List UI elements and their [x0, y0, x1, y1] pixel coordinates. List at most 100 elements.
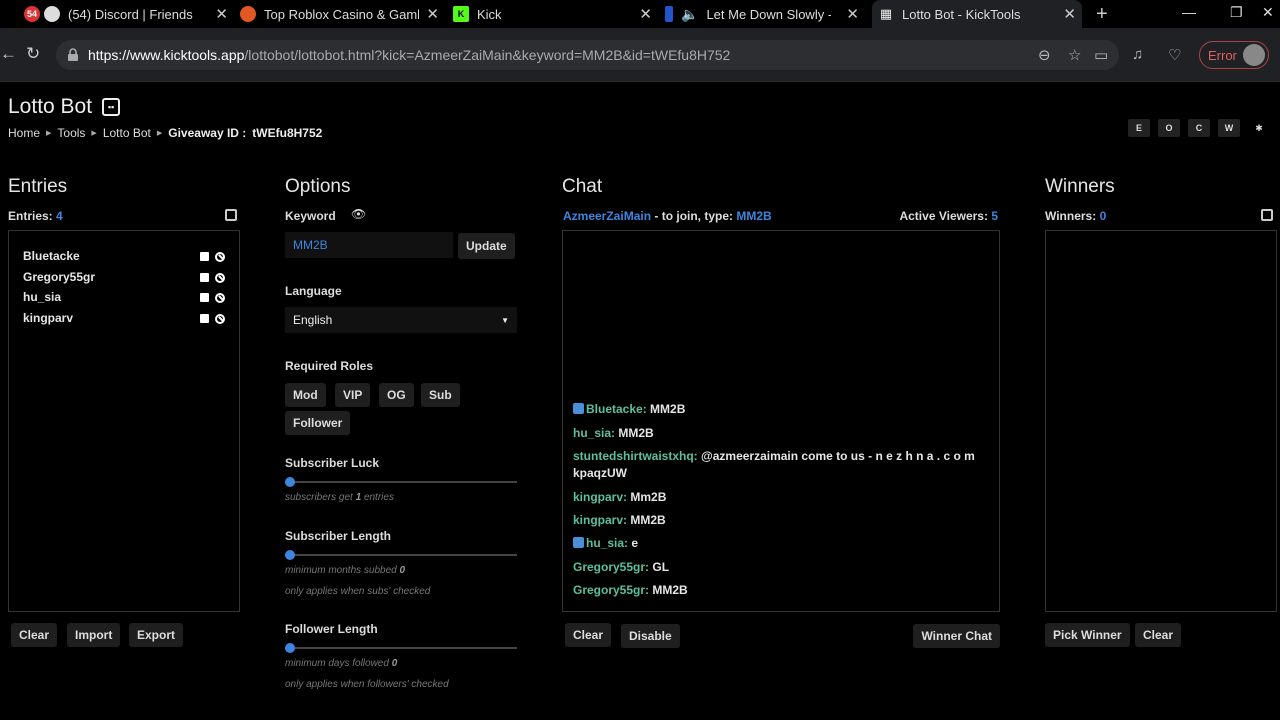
minimize-icon[interactable]: —: [1182, 4, 1196, 20]
screen-share-icon[interactable]: ▭: [1094, 46, 1108, 64]
subscriber-length-note: only applies when subs' checked: [285, 586, 431, 597]
theme-button-o[interactable]: O: [1158, 119, 1180, 137]
speaker-icon[interactable]: 🔈: [681, 6, 698, 23]
winners-panel: Winners Winners: 0 Pick Winner Clear: [1045, 158, 1277, 718]
tab-roblox-casino[interactable]: Top Roblox Casino & Gambl ✕: [240, 0, 445, 28]
chevron-right-icon: ▶: [156, 130, 163, 137]
active-viewers: Active Viewers: 5: [899, 209, 998, 223]
entries-heading: Entries: [8, 176, 68, 197]
subscriber-luck-slider[interactable]: [285, 477, 517, 487]
media-control-icon[interactable]: ♫: [1132, 46, 1143, 63]
discord-logo-icon: [44, 6, 60, 22]
theme-button-c[interactable]: C: [1188, 119, 1210, 137]
role-sub-button[interactable]: Sub: [421, 383, 460, 407]
follower-length-slider[interactable]: [285, 643, 517, 653]
winner-chat-button[interactable]: Winner Chat: [913, 624, 1000, 648]
subscriber-length-slider[interactable]: [285, 550, 517, 560]
discord-icon: 54: [24, 6, 40, 22]
back-icon[interactable]: ←: [0, 44, 17, 64]
import-button[interactable]: Import: [67, 623, 121, 647]
chat-heading: Chat: [562, 176, 603, 197]
breadcrumb-tools[interactable]: Tools: [57, 126, 85, 140]
breadcrumb-lotto-bot[interactable]: Lotto Bot: [103, 126, 151, 140]
follower-length-note: only applies when followers' checked: [285, 679, 449, 690]
slider-handle[interactable]: [285, 643, 295, 653]
site-info-icon[interactable]: [66, 48, 80, 62]
eye-icon[interactable]: 👁: [351, 207, 366, 221]
close-icon[interactable]: ✕: [846, 5, 859, 23]
copy-icon[interactable]: [225, 209, 237, 221]
tab-discord[interactable]: 54 (54) Discord | Friends ✕: [24, 0, 234, 28]
ban-icon[interactable]: [215, 314, 225, 324]
stop-icon[interactable]: [200, 252, 209, 261]
theme-button-e[interactable]: E: [1128, 119, 1150, 137]
role-mod-button[interactable]: Mod: [285, 383, 326, 407]
chevron-right-icon: ▶: [91, 130, 97, 137]
ban-icon[interactable]: [215, 273, 225, 283]
follower-length-label: Follower Length: [285, 622, 378, 636]
close-icon[interactable]: ✕: [639, 5, 652, 23]
entries-panel: Entries Entries: 4 Bluetacke Gregory55gr…: [8, 158, 240, 718]
tab-kick[interactable]: K Kick ✕: [453, 0, 658, 28]
chat-message: Gregory55gr: GL: [573, 560, 670, 574]
chat-message: kingparv: MM2B: [573, 513, 666, 527]
clear-entries-button[interactable]: Clear: [11, 623, 58, 647]
list-item: Bluetacke: [23, 249, 80, 263]
entries-count: Entries: 4: [8, 209, 63, 223]
close-icon[interactable]: ✕: [1063, 5, 1076, 23]
subscriber-luck-label: Subscriber Luck: [285, 456, 380, 470]
bookmark-star-icon[interactable]: ☆: [1068, 46, 1081, 64]
stop-icon[interactable]: [200, 293, 209, 302]
disable-chat-button[interactable]: Disable: [621, 624, 680, 648]
stop-icon[interactable]: [200, 273, 209, 282]
theme-button-w[interactable]: W: [1218, 119, 1240, 137]
verified-badge-icon: [573, 403, 584, 414]
theme-toggle-icon[interactable]: ✱: [1248, 119, 1270, 137]
chevron-down-icon: ▼: [501, 315, 509, 325]
clear-chat-button[interactable]: Clear: [565, 623, 612, 647]
stop-icon[interactable]: [200, 314, 209, 323]
slider-handle[interactable]: [285, 550, 295, 560]
close-window-icon[interactable]: ✕: [1262, 4, 1274, 21]
chat-join-info: AzmeerZaiMain - to join, type: MM2B: [563, 209, 772, 223]
health-icon[interactable]: ♡: [1168, 46, 1181, 64]
tab-lotto-bot[interactable]: ▦ Lotto Bot - KickTools ✕: [872, 0, 1082, 28]
zoom-icon[interactable]: ⊖: [1038, 46, 1051, 64]
update-button[interactable]: Update: [458, 233, 515, 259]
copy-icon[interactable]: [1261, 209, 1273, 221]
new-tab-icon[interactable]: +: [1096, 3, 1108, 26]
breadcrumb-home[interactable]: Home: [8, 126, 40, 140]
keyword-input[interactable]: MM2B: [285, 232, 453, 258]
channel-link[interactable]: AzmeerZaiMain: [563, 209, 651, 223]
restore-icon[interactable]: ❐: [1230, 4, 1243, 21]
page: Lotto Bot ▪▪ Home ▶ Tools ▶ Lotto Bot ▶ …: [0, 83, 1280, 720]
chat-message: kingparv: Mm2B: [573, 490, 667, 504]
page-title: Lotto Bot ▪▪: [8, 95, 121, 119]
options-heading: Options: [285, 176, 351, 197]
verified-badge-icon: [573, 537, 584, 548]
subscriber-length-label: Subscriber Length: [285, 529, 392, 543]
close-icon[interactable]: ✕: [426, 5, 439, 23]
role-follower-button[interactable]: Follower: [285, 411, 351, 435]
theme-buttons: E O C W ✱: [1128, 119, 1270, 137]
chat-message: Bluetacke: MM2B: [573, 401, 993, 418]
chat-message: hu_sia: MM2B: [573, 426, 654, 440]
role-vip-button[interactable]: VIP: [335, 383, 371, 407]
chat-message: stuntedshirtwaistxhq: @azmeerzaimain com…: [573, 449, 975, 480]
pick-winner-button[interactable]: Pick Winner: [1045, 623, 1130, 647]
language-select[interactable]: English ▼: [285, 307, 517, 333]
url-field[interactable]: https://www.kicktools.app/lottobot/lotto…: [56, 40, 1119, 70]
role-og-button[interactable]: OG: [379, 383, 414, 407]
slider-handle[interactable]: [285, 477, 295, 487]
ban-icon[interactable]: [215, 293, 225, 303]
ban-icon[interactable]: [215, 252, 225, 262]
list-item: kingparv: [23, 311, 74, 325]
reload-icon[interactable]: ↻: [26, 44, 40, 64]
giveaway-id: tWEfu8H752: [252, 126, 323, 140]
clear-winners-button[interactable]: Clear: [1135, 623, 1182, 647]
profile-error-button[interactable]: Error: [1199, 41, 1269, 69]
tab-let-me-down-slowly[interactable]: 🔈 Let Me Down Slowly - A ✕: [665, 0, 865, 28]
export-button[interactable]: Export: [129, 623, 184, 647]
close-icon[interactable]: ✕: [215, 5, 228, 23]
robot-icon: ▪▪: [102, 98, 121, 116]
